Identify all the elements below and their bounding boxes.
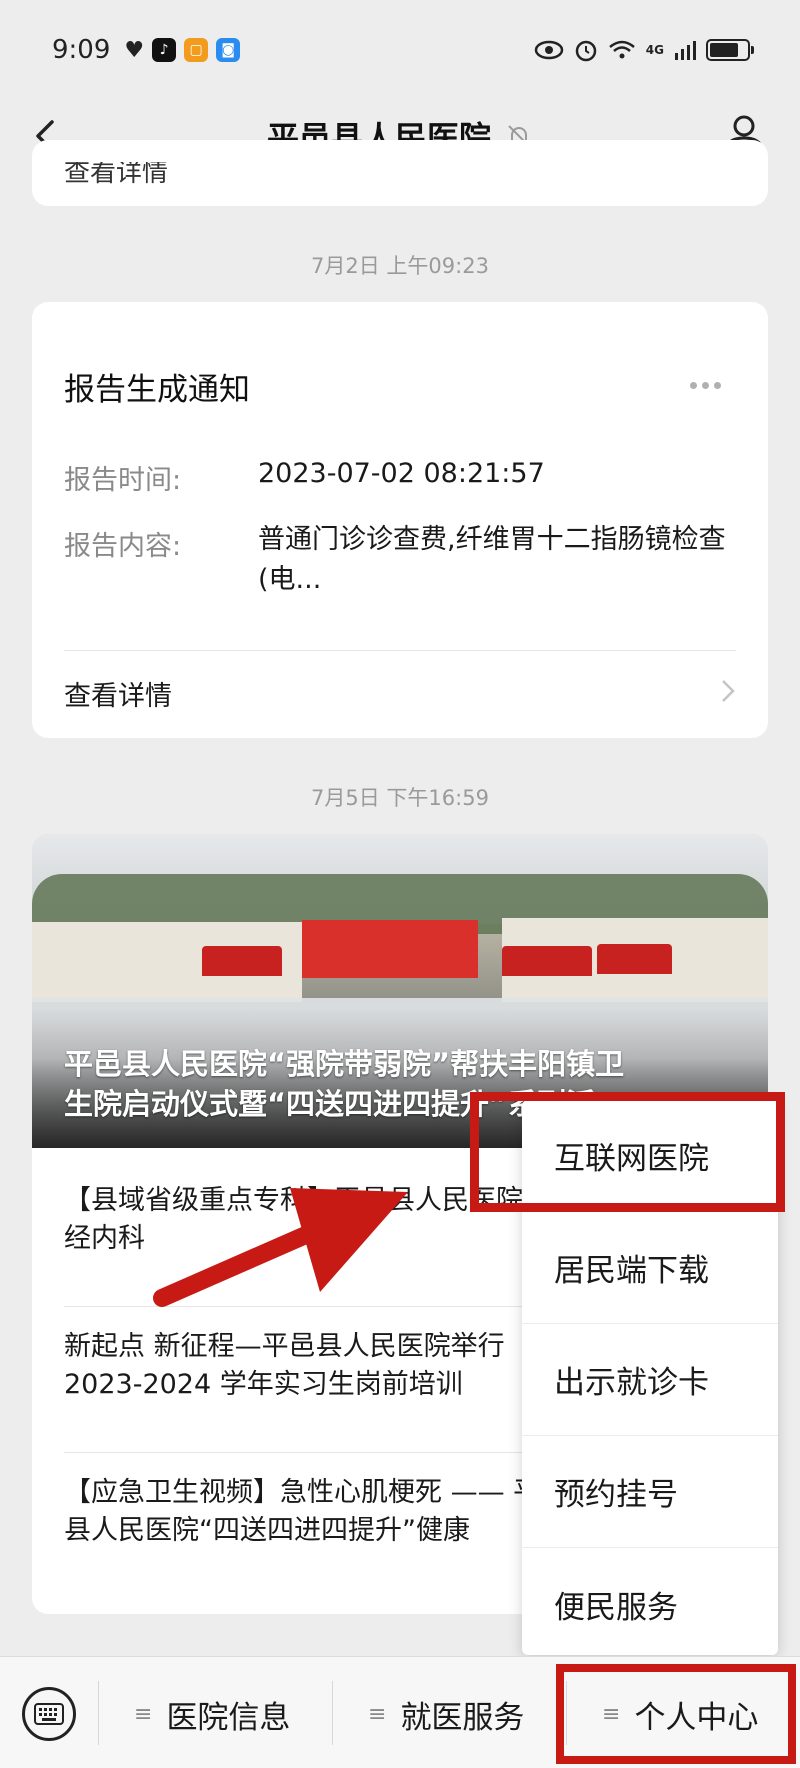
report-content-value: 普通门诊诊查费,纤维胃十二指肠镜检查 (电... bbox=[258, 524, 726, 595]
menu-lines-icon: ≡ bbox=[134, 1701, 153, 1727]
status-bar: 9:09 ♥ ♪ ▢ ◙ 4G bbox=[0, 0, 800, 100]
report-time-label: 报告时间: bbox=[64, 465, 182, 496]
battery-icon bbox=[706, 39, 754, 61]
more-options-icon[interactable] bbox=[690, 374, 730, 389]
tab-medical-service[interactable]: ≡ 就医服务 bbox=[368, 1687, 524, 1741]
network-label: 4G bbox=[645, 43, 664, 57]
tab-label: 就医服务 bbox=[400, 1699, 525, 1736]
tab-separator bbox=[98, 1681, 99, 1745]
menu-item-convenience[interactable]: 便民服务 bbox=[522, 1548, 778, 1660]
status-time: 9:09 bbox=[52, 35, 111, 65]
report-notification-card[interactable]: 报告生成通知 报告时间: 2023-07-02 08:21:57 报告内容: 普… bbox=[32, 302, 768, 738]
menu-lines-icon: ≡ bbox=[368, 1701, 387, 1727]
menu-item-appointment[interactable]: 预约挂号 bbox=[522, 1436, 778, 1548]
report-time-value: 2023-07-02 08:21:57 bbox=[258, 458, 545, 489]
keyboard-toggle-button[interactable] bbox=[22, 1687, 76, 1741]
annotation-arrow bbox=[153, 1188, 408, 1307]
partial-card-text: 查看详情 bbox=[64, 158, 169, 188]
tab-separator bbox=[332, 1681, 333, 1745]
timestamp: 7月5日 下午16:59 bbox=[311, 786, 489, 810]
timestamp: 7月2日 上午09:23 bbox=[311, 254, 489, 278]
orange-app-icon: ▢ bbox=[184, 38, 209, 62]
highlight-box bbox=[470, 1092, 785, 1212]
blue-app-icon: ◙ bbox=[216, 38, 241, 62]
alarm-icon bbox=[575, 40, 597, 62]
chevron-right-icon bbox=[722, 680, 735, 702]
status-right: 4G bbox=[534, 38, 754, 62]
menu-item-show-card[interactable]: 出示就诊卡 bbox=[522, 1324, 778, 1436]
eye-icon bbox=[534, 40, 564, 60]
tab-label: 医院信息 bbox=[166, 1699, 291, 1736]
menu-item-resident-download[interactable]: 居民端下载 bbox=[522, 1212, 778, 1324]
tab-hospital-info[interactable]: ≡ 医院信息 bbox=[134, 1687, 290, 1741]
signal-icon bbox=[675, 41, 696, 60]
view-details-link[interactable]: 查看详情 bbox=[64, 674, 172, 713]
status-left: 9:09 ♥ ♪ ▢ ◙ bbox=[52, 35, 241, 65]
report-content-label: 报告内容: bbox=[64, 531, 182, 562]
tiktok-icon: ♪ bbox=[152, 38, 177, 62]
partial-message-card[interactable]: 查看详情 bbox=[32, 140, 768, 206]
heart-icon: ♥ bbox=[124, 37, 145, 63]
keyboard-icon bbox=[34, 1703, 64, 1725]
divider bbox=[64, 650, 736, 651]
report-title: 报告生成通知 bbox=[64, 372, 250, 408]
ceremony-banner bbox=[302, 920, 478, 978]
wifi-icon bbox=[608, 40, 635, 59]
highlight-box bbox=[556, 1664, 796, 1764]
